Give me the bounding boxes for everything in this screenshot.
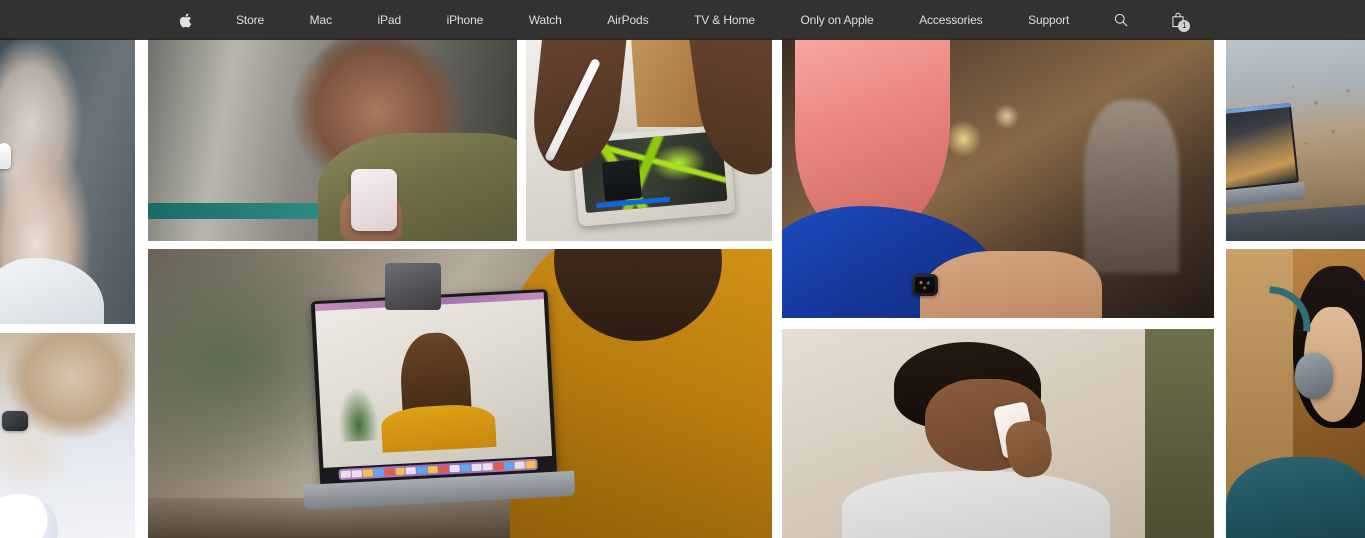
apple-watch-device-shape (911, 273, 938, 296)
iphone-on-mount-shape (385, 263, 442, 310)
nav-item-support[interactable]: Support (1026, 0, 1071, 40)
wall-shape (1144, 329, 1214, 538)
gallery-tile-airpods-man[interactable] (0, 38, 135, 324)
macbook-screen (311, 289, 558, 485)
tool-palette (601, 159, 642, 202)
facetime-person-shirt (380, 402, 498, 453)
tshirt-shape (842, 471, 1111, 538)
global-navigation-bar: Store Mac iPad iPhone Watch AirPods TV &… (0, 0, 1365, 40)
nav-item-ipad[interactable]: iPad (376, 0, 404, 40)
gallery-tile-iphone-call-man[interactable] (782, 329, 1214, 538)
arm-shape (920, 250, 1102, 318)
apple-homepage: Store Mac iPad iPhone Watch AirPods TV &… (0, 0, 1365, 538)
macbook-screen (1226, 102, 1299, 192)
nav-inner: Store Mac iPad iPhone Watch AirPods TV &… (171, 0, 1195, 40)
screen-content (1226, 105, 1297, 189)
nav-item-accessories[interactable]: Accessories (917, 0, 984, 40)
background-person-shape (1084, 99, 1180, 274)
gallery-tile-watch-pink-hair[interactable] (782, 38, 1214, 318)
airpods-earbud-icon (0, 143, 11, 169)
apple-watch-shape (2, 411, 28, 431)
product-lifestyle-gallery (0, 0, 1365, 538)
nav-item-iphone[interactable]: iPhone (445, 0, 486, 40)
gallery-tile-airpods-max-woman[interactable] (1226, 249, 1365, 538)
gallery-tile-iphone-woman-cafe[interactable] (148, 38, 517, 241)
plant-shape (338, 386, 380, 443)
bench-shape (148, 203, 318, 219)
gallery-tile-ipad-pencil-art[interactable] (526, 38, 772, 241)
teal-sweater-shape (1226, 457, 1365, 538)
airpods-max-earcup-shape (1295, 353, 1334, 400)
bag-item-count-badge: 1 (1178, 20, 1191, 32)
nav-item-only-on-apple[interactable]: Only on Apple (798, 0, 875, 40)
nav-item-store[interactable]: Store (234, 0, 266, 40)
gallery-tile-macbook-facetime[interactable] (148, 249, 772, 538)
nav-item-airpods[interactable]: AirPods (605, 0, 650, 40)
gallery-tile-macbook-outdoors[interactable] (1226, 38, 1365, 241)
gallery-tile-apple-watch-desk[interactable] (0, 333, 135, 538)
nav-item-tv-home[interactable]: TV & Home (692, 0, 757, 40)
nav-item-watch[interactable]: Watch (527, 0, 564, 40)
macbook-device-shape (304, 289, 576, 511)
nav-item-mac[interactable]: Mac (308, 0, 334, 40)
iphone-device-shape (350, 169, 397, 231)
shopping-bag-icon[interactable]: 1 (1170, 0, 1191, 40)
search-icon[interactable] (1113, 0, 1129, 40)
facetime-window (315, 299, 553, 469)
macbook-device-shape (1226, 102, 1306, 210)
apple-logo-icon[interactable] (179, 0, 193, 40)
